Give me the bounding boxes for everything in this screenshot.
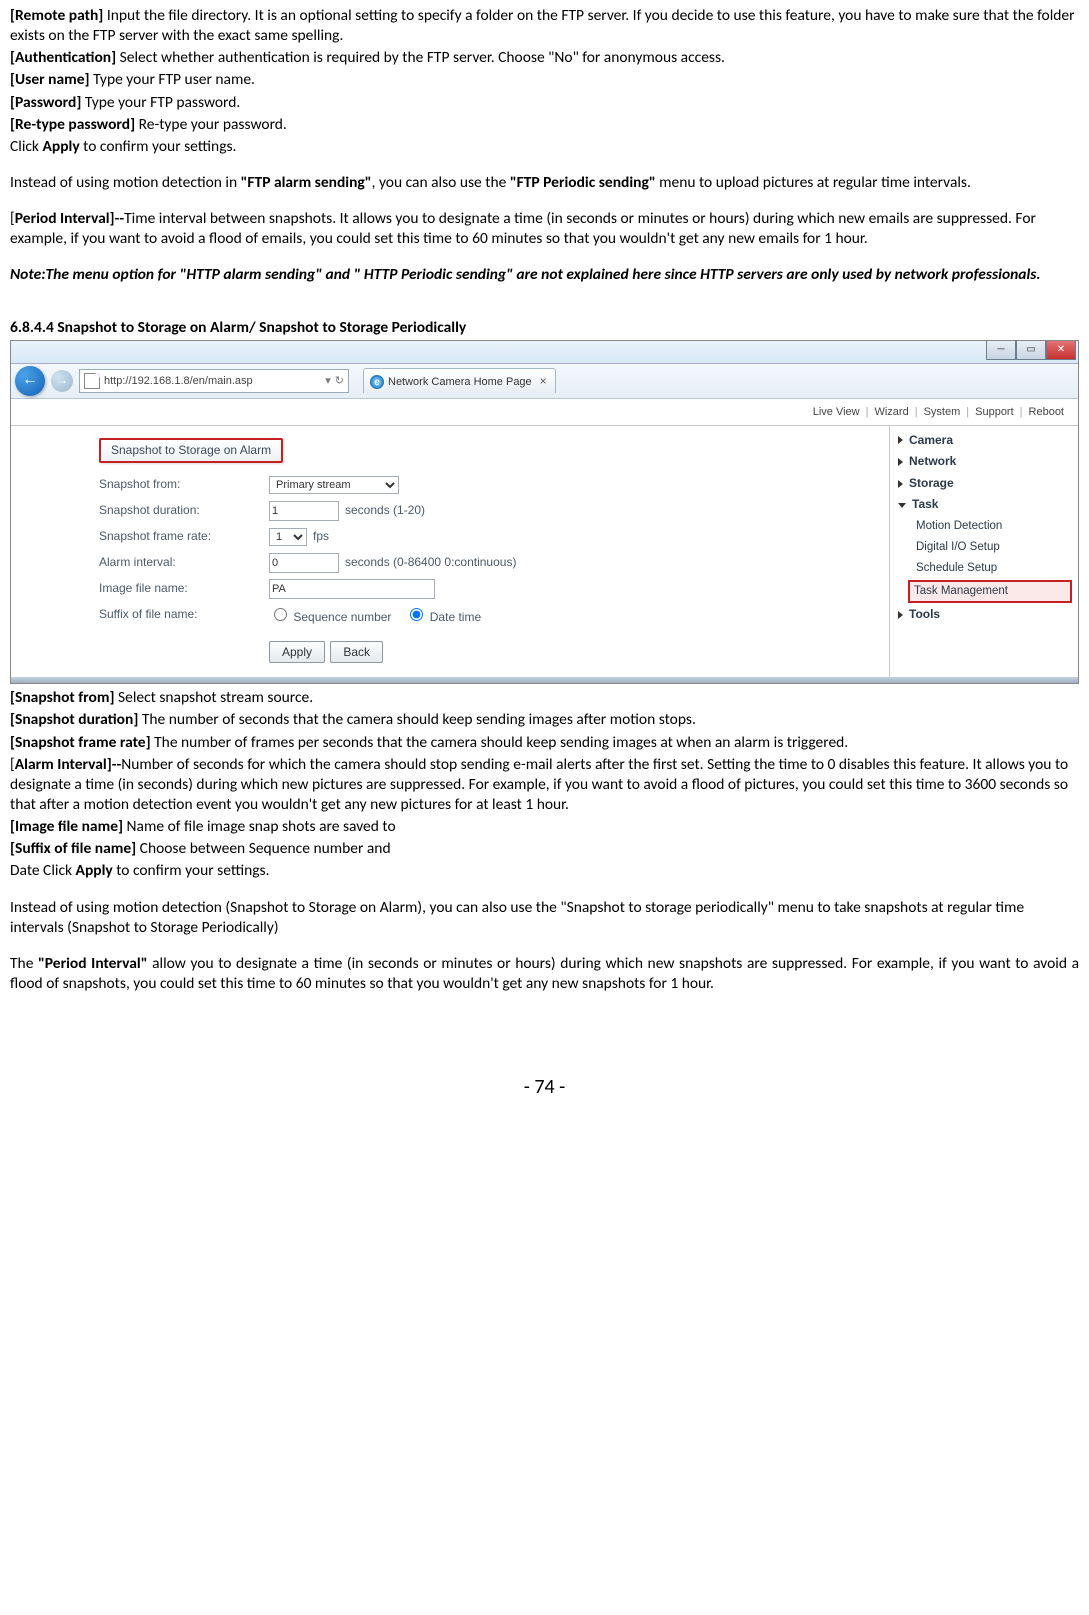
browser-screenshot: ─ ▭ ✕ ← → http://192.168.1.8/en/main.asp… (10, 340, 1079, 685)
address-row: ← → http://192.168.1.8/en/main.asp ▾ ↻ e… (11, 364, 1078, 399)
para-alarm-interval: [Alarm Interval]--Number of seconds for … (10, 755, 1079, 815)
close-button[interactable]: ✕ (1046, 341, 1076, 360)
chevron-right-icon (898, 611, 903, 619)
para-period-interval: [[Period Interval]--Period Interval]--Ti… (10, 209, 1079, 249)
hint-duration: seconds (1-20) (345, 503, 425, 519)
sidebar-item-storage[interactable]: Storage (890, 473, 1078, 495)
para-remote-path: [Remote path] Input the file directory. … (10, 6, 1079, 46)
para-retype-password: [Re-type password] Re-type your password… (10, 115, 1079, 135)
label-duration: Snapshot duration: (71, 503, 269, 519)
panel-title-highlight: Snapshot to Storage on Alarm (99, 438, 283, 464)
select-snapshot-from[interactable]: Primary stream (269, 476, 399, 494)
ie-icon: e (370, 375, 384, 389)
chevron-down-icon (898, 503, 906, 508)
side-panel: Camera Network Storage Task Motion Detec… (889, 426, 1078, 678)
para-click-apply-2: Date Click Apply to confirm your setting… (10, 861, 1079, 881)
chevron-right-icon (898, 458, 903, 466)
url-text: http://192.168.1.8/en/main.asp (104, 374, 253, 388)
sidebar-item-task-management[interactable]: Task Management (908, 580, 1072, 603)
browser-tab[interactable]: e Network Camera Home Page × (363, 368, 556, 393)
para-storage-periodically: Instead of using motion detection (Snaps… (10, 898, 1079, 938)
para-period-interval-2: The "Period Interval" allow you to desig… (10, 954, 1079, 994)
back-button-form[interactable]: Back (330, 641, 383, 663)
label-snapshot-from: Snapshot from: (71, 477, 269, 493)
sidebar-item-network[interactable]: Network (890, 451, 1078, 473)
para-click-apply-1: Click Apply to confirm your settings. (10, 137, 1079, 157)
chevron-right-icon (898, 480, 903, 488)
nav-live-view[interactable]: Live View (813, 405, 860, 419)
para-image-filename: [Image file name] Name of file image sna… (10, 817, 1079, 837)
nav-support[interactable]: Support (975, 405, 1014, 419)
sidebar-item-digital-io[interactable]: Digital I/O Setup (890, 537, 1078, 558)
select-framerate[interactable]: 1 (269, 528, 307, 546)
input-duration[interactable] (269, 501, 339, 521)
page-icon (84, 373, 100, 389)
window-titlebar: ─ ▭ ✕ (11, 341, 1078, 364)
tab-title: Network Camera Home Page (388, 375, 532, 389)
para-suffix-filename: [Suffix of file name] Choose between Seq… (10, 839, 1079, 859)
address-bar[interactable]: http://192.168.1.8/en/main.asp ▾ ↻ (79, 369, 349, 393)
section-heading: 6.8.4.4 Snapshot to Storage on Alarm/ Sn… (10, 318, 1079, 338)
chevron-right-icon (898, 436, 903, 444)
back-button[interactable]: ← (15, 366, 45, 396)
maximize-button[interactable]: ▭ (1016, 341, 1046, 360)
apply-button[interactable]: Apply (269, 641, 325, 663)
para-snapshot-duration: [Snapshot duration] The number of second… (10, 710, 1079, 730)
hint-framerate: fps (313, 529, 329, 545)
radio-date-time[interactable]: Date time (405, 605, 481, 626)
label-suffix: Suffix of file name: (71, 607, 269, 623)
hint-alarm-interval: seconds (0-86400 0:continuous) (345, 555, 516, 571)
tab-close-icon[interactable]: × (540, 374, 547, 390)
sidebar-item-task[interactable]: Task (890, 494, 1078, 516)
para-authentication: [Authentication] Select whether authenti… (10, 48, 1079, 68)
para-ftp-periodic: Instead of using motion detection in "FT… (10, 173, 1079, 193)
nav-reboot[interactable]: Reboot (1029, 405, 1064, 419)
page-number: - 74 - (10, 1074, 1079, 1100)
label-filename: Image file name: (71, 581, 269, 597)
sidebar-item-camera[interactable]: Camera (890, 430, 1078, 452)
label-framerate: Snapshot frame rate: (71, 529, 269, 545)
nav-system[interactable]: System (924, 405, 961, 419)
para-password: [Password] Type your FTP password. (10, 93, 1079, 113)
window-border-bottom (11, 677, 1078, 683)
input-alarm-interval[interactable] (269, 553, 339, 573)
sidebar-item-motion-detection[interactable]: Motion Detection (890, 516, 1078, 537)
refresh-icon[interactable]: ↻ (335, 374, 344, 388)
sidebar-item-schedule-setup[interactable]: Schedule Setup (890, 558, 1078, 579)
input-filename[interactable] (269, 579, 435, 599)
label-alarm-interval: Alarm interval: (71, 555, 269, 571)
main-panel: Snapshot to Storage on Alarm Snapshot fr… (11, 426, 889, 678)
radio-sequence-number[interactable]: Sequence number (269, 605, 391, 626)
para-snapshot-from: [Snapshot from] Select snapshot stream s… (10, 688, 1079, 708)
forward-button[interactable]: → (51, 370, 73, 392)
top-nav: Live View| Wizard| System| Support| Rebo… (11, 399, 1078, 426)
para-snapshot-framerate: [Snapshot frame rate] The number of fram… (10, 733, 1079, 753)
dropdown-icon[interactable]: ▾ (325, 374, 331, 388)
minimize-button[interactable]: ─ (986, 341, 1016, 360)
para-note-http: Note:The menu option for "HTTP alarm sen… (10, 265, 1079, 285)
para-username: [User name] Type your FTP user name. (10, 70, 1079, 90)
sidebar-item-tools[interactable]: Tools (890, 604, 1078, 626)
nav-wizard[interactable]: Wizard (874, 405, 908, 419)
